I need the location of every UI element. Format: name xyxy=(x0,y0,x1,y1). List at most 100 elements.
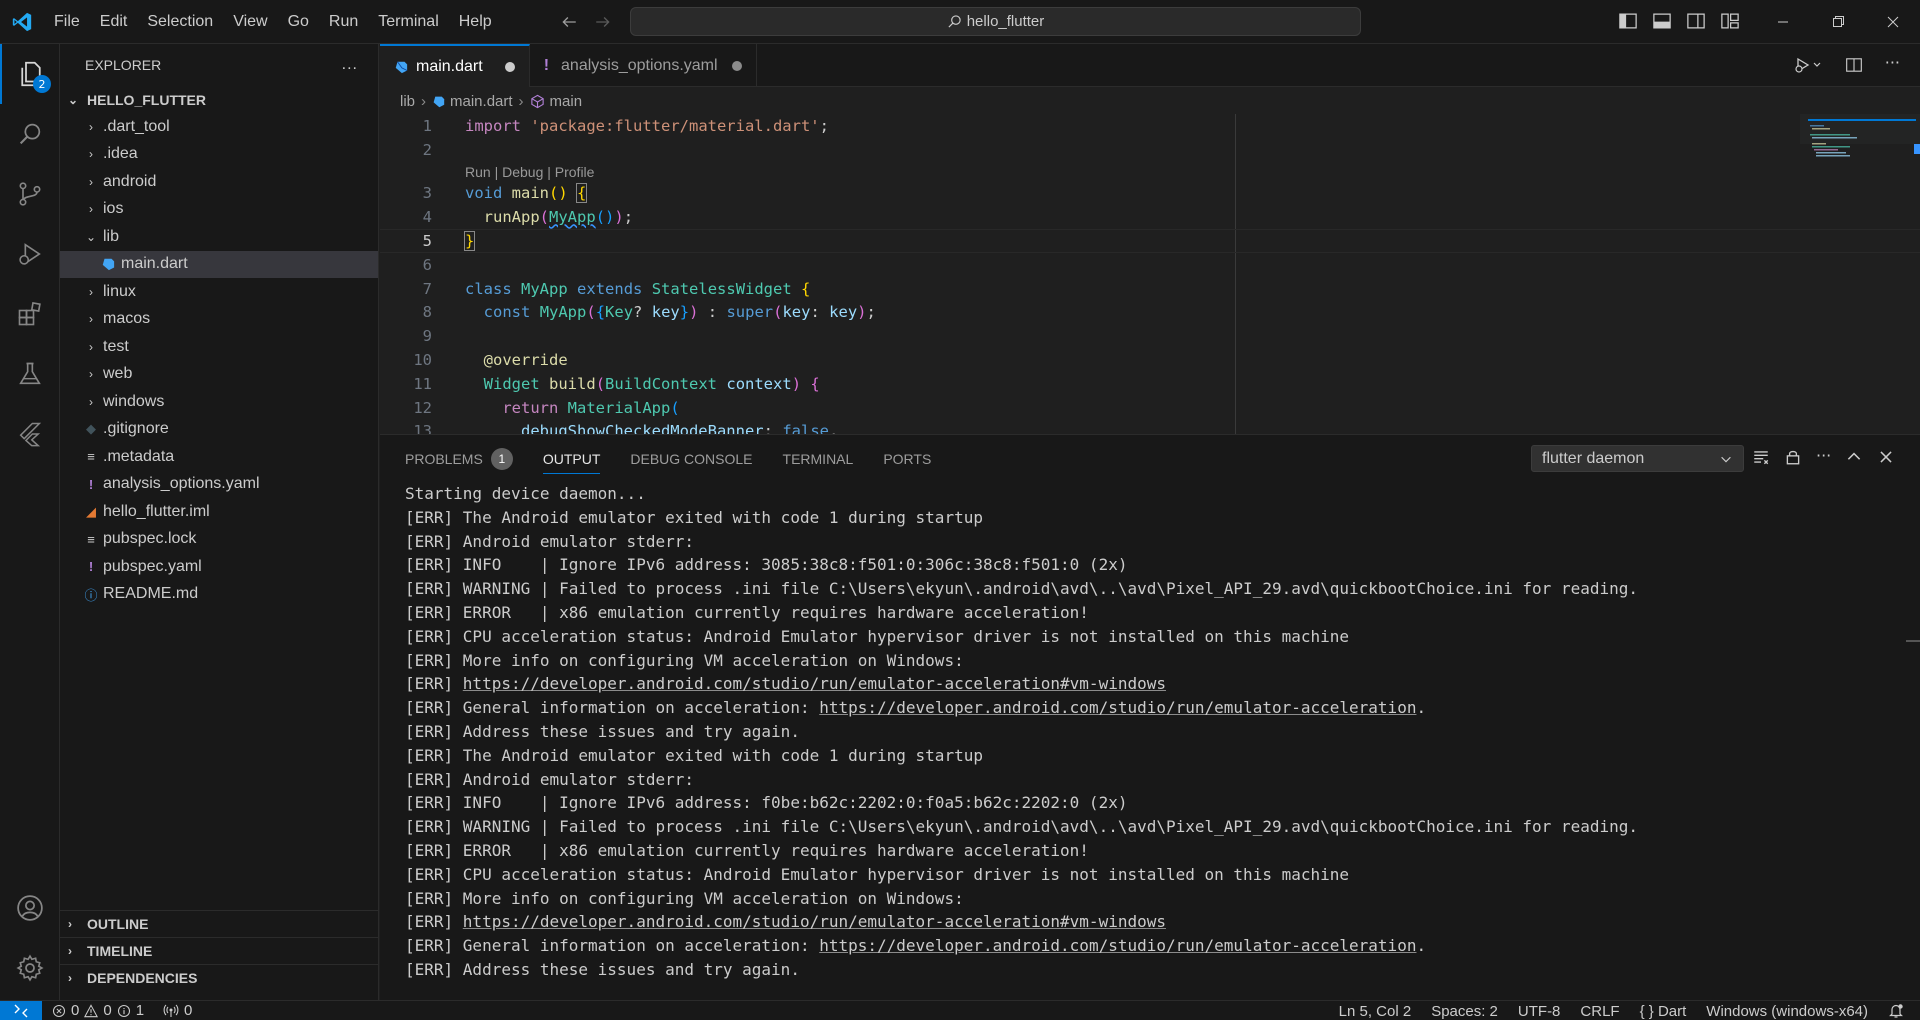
file-encoding[interactable]: UTF-8 xyxy=(1518,1003,1561,1020)
tab-analysis-options[interactable]: ! analysis_options.yaml xyxy=(530,44,757,87)
more-actions-button[interactable]: ... xyxy=(342,56,358,74)
tree-item[interactable]: › macos xyxy=(60,306,378,334)
menu-run[interactable]: Run xyxy=(319,13,368,31)
customize-layout-icon[interactable] xyxy=(1720,11,1740,31)
toggle-secondary-sidebar-icon[interactable] xyxy=(1686,11,1706,31)
tree-item[interactable]: ! pubspec.yaml xyxy=(60,553,378,581)
tree-item[interactable]: ! analysis_options.yaml xyxy=(60,471,378,499)
output-channel-select[interactable]: flutter daemon xyxy=(1531,445,1744,472)
back-arrow-icon[interactable] xyxy=(560,13,578,31)
tree-item[interactable]: › web xyxy=(60,361,378,389)
output-link[interactable]: https://developer.android.com/studio/run… xyxy=(819,698,1416,717)
minimize-button[interactable] xyxy=(1755,0,1810,44)
unsaved-dot-icon[interactable] xyxy=(731,60,742,71)
tab-main-dart[interactable]: main.dart xyxy=(380,44,530,87)
code-line[interactable]: 3 void main() { xyxy=(380,182,1920,206)
command-center-search[interactable]: hello_flutter xyxy=(630,7,1361,36)
toggle-primary-sidebar-icon[interactable] xyxy=(1618,11,1638,31)
tree-item[interactable]: › android xyxy=(60,168,378,196)
tab-ports[interactable]: PORTS xyxy=(883,435,931,482)
activity-search[interactable] xyxy=(0,104,60,164)
activity-extensions[interactable] xyxy=(0,284,60,344)
code-line[interactable]: 4 runApp(MyApp()); xyxy=(380,205,1920,229)
menu-help[interactable]: Help xyxy=(449,13,502,31)
unsaved-dot-icon[interactable] xyxy=(504,61,515,72)
indentation[interactable]: Spaces: 2 xyxy=(1431,1003,1498,1020)
code-line[interactable]: 9 xyxy=(380,324,1920,348)
tab-debug-console[interactable]: DEBUG CONSOLE xyxy=(630,435,752,482)
menu-go[interactable]: Go xyxy=(278,13,319,31)
activity-run-debug[interactable] xyxy=(0,224,60,284)
tree-item[interactable]: ≡ .metadata xyxy=(60,443,378,471)
code-line[interactable]: 11 Widget build(BuildContext context) { xyxy=(380,372,1920,396)
scrollbar-thumb[interactable] xyxy=(1906,640,1920,642)
tree-item[interactable]: › ios xyxy=(60,196,378,224)
forward-arrow-icon[interactable] xyxy=(594,13,612,31)
activity-explorer[interactable]: 2 xyxy=(0,44,60,104)
menu-terminal[interactable]: Terminal xyxy=(368,13,448,31)
run-debug-dropdown-icon[interactable] xyxy=(1795,56,1823,74)
tree-item[interactable]: ◢ hello_flutter.iml xyxy=(60,498,378,526)
tab-terminal[interactable]: TERMINAL xyxy=(783,435,854,482)
activity-manage[interactable] xyxy=(0,938,60,998)
output-link[interactable]: https://developer.android.com/studio/run… xyxy=(463,912,1166,931)
output-link[interactable]: https://developer.android.com/studio/run… xyxy=(463,674,1166,693)
language-mode[interactable]: { } Dart xyxy=(1640,1003,1687,1020)
codelens[interactable]: Run | Debug | Profile xyxy=(380,162,1920,182)
menu-selection[interactable]: Selection xyxy=(137,13,223,31)
activity-accounts[interactable] xyxy=(0,878,60,938)
tab-problems[interactable]: PROBLEMS 1 xyxy=(405,435,513,482)
menu-file[interactable]: File xyxy=(44,13,90,31)
code-line[interactable]: 10 @override xyxy=(380,348,1920,372)
remote-indicator-button[interactable] xyxy=(0,1000,42,1020)
outline-section[interactable]: › OUTLINE xyxy=(60,910,379,937)
tree-item[interactable]: › .dart_tool xyxy=(60,113,378,141)
clear-output-icon[interactable] xyxy=(1752,448,1770,466)
codelens-run-debug-profile[interactable]: Run | Debug | Profile xyxy=(465,164,594,180)
menu-view[interactable]: View xyxy=(223,13,277,31)
activity-testing[interactable] xyxy=(0,344,60,404)
breadcrumb-folder[interactable]: lib xyxy=(400,93,415,110)
end-of-line[interactable]: CRLF xyxy=(1580,1003,1619,1020)
project-root[interactable]: ⌄ HELLO_FLUTTER xyxy=(60,86,378,113)
timeline-section[interactable]: › TIMELINE xyxy=(60,937,379,964)
code-line[interactable]: 8 const MyApp({Key? key}) : super(key: k… xyxy=(380,301,1920,325)
toggle-panel-icon[interactable] xyxy=(1652,11,1672,31)
tree-item[interactable]: › test xyxy=(60,333,378,361)
split-editor-icon[interactable] xyxy=(1845,56,1863,74)
breadcrumb-symbol[interactable]: main xyxy=(550,93,583,110)
tree-item[interactable]: › .idea xyxy=(60,141,378,169)
output-log[interactable]: Starting device daemon... [ERR] The Andro… xyxy=(405,482,1638,982)
target-device[interactable]: Windows (windows-x64) xyxy=(1706,1003,1868,1020)
maximize-panel-icon[interactable] xyxy=(1845,448,1863,466)
tree-item[interactable]: ◆ .gitignore xyxy=(60,416,378,444)
menu-edit[interactable]: Edit xyxy=(90,13,138,31)
restore-button[interactable] xyxy=(1810,0,1865,44)
problems-summary[interactable]: 0 0 1 0 xyxy=(52,1002,192,1019)
code-line[interactable]: 7 class MyApp extends StatelessWidget { xyxy=(380,277,1920,301)
minimap[interactable] xyxy=(1800,114,1920,434)
lock-icon[interactable] xyxy=(1784,448,1802,466)
code-line[interactable]: 13 debugShowCheckedModeBanner: false, xyxy=(380,420,1920,434)
tree-item[interactable]: main.dart xyxy=(60,250,378,278)
notifications-bell-icon[interactable] xyxy=(1888,1003,1904,1019)
tree-item[interactable]: › linux xyxy=(60,278,378,306)
tree-item[interactable]: › windows xyxy=(60,388,378,416)
output-link[interactable]: https://developer.android.com/studio/run… xyxy=(819,936,1416,955)
more-actions-icon[interactable]: ··· xyxy=(1885,55,1900,74)
activity-flutter[interactable] xyxy=(0,404,60,464)
code-line[interactable]: 1 import 'package:flutter/material.dart'… xyxy=(380,114,1920,138)
code-line[interactable]: 6 xyxy=(380,253,1920,277)
cursor-position[interactable]: Ln 5, Col 2 xyxy=(1339,1003,1412,1020)
tree-item[interactable]: ⌄ lib xyxy=(60,223,378,251)
tree-item[interactable]: ≡ pubspec.lock xyxy=(60,526,378,554)
code-line[interactable]: 12 return MaterialApp( xyxy=(380,396,1920,420)
code-line-current[interactable]: 5 } xyxy=(380,229,1920,253)
tree-item[interactable]: ⓘ README.md xyxy=(60,581,378,609)
tab-output[interactable]: OUTPUT xyxy=(542,435,600,482)
more-actions-icon[interactable]: ··· xyxy=(1816,448,1831,466)
close-window-button[interactable] xyxy=(1865,0,1920,44)
breadcrumb-file[interactable]: main.dart xyxy=(450,93,513,110)
activity-source-control[interactable] xyxy=(0,164,60,224)
code-line[interactable]: 2 xyxy=(380,138,1920,162)
